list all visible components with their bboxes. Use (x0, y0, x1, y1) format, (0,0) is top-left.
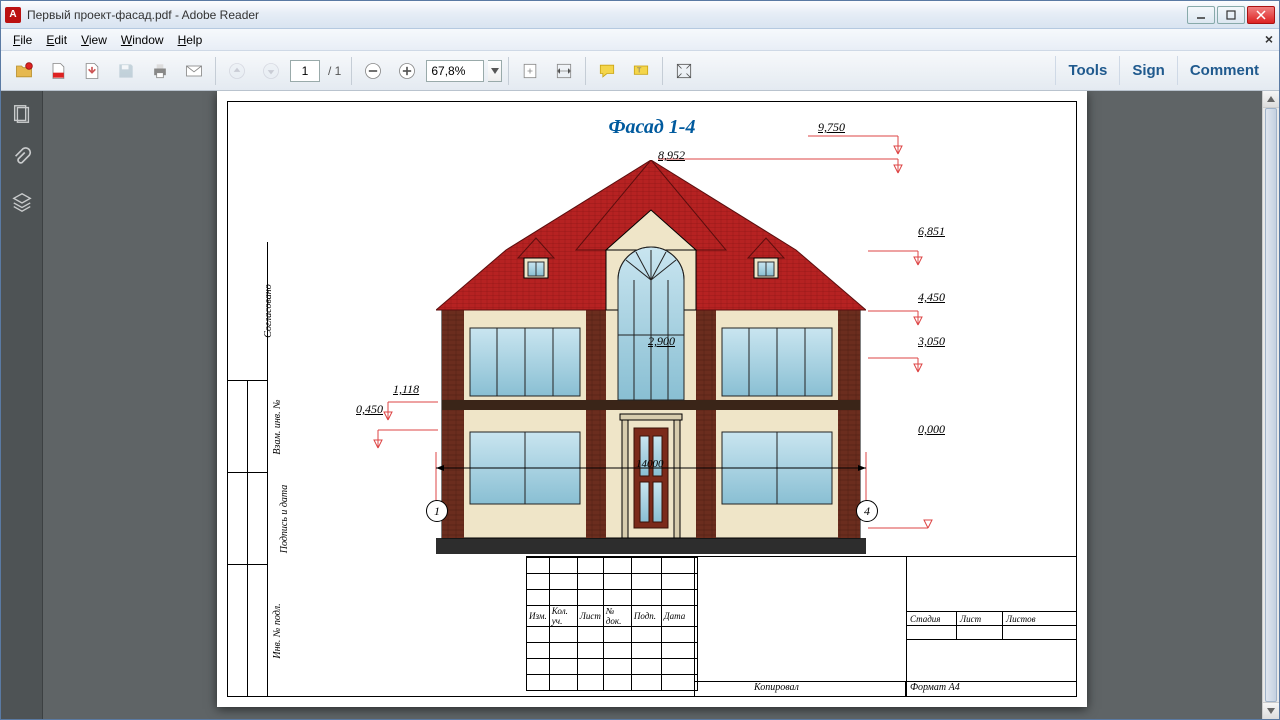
menu-edit[interactable]: Edit (40, 31, 73, 49)
zoom-dropdown[interactable] (488, 60, 502, 82)
zoom-in-icon[interactable] (392, 56, 422, 86)
revision-table: Изм.Кол. уч.Лист№ док.Подп.Дата (526, 557, 698, 691)
pdf-page: Согласовано Взам. инв. № Подпись и дата … (217, 91, 1087, 707)
axis-4: 4 (856, 500, 878, 522)
page-number-input[interactable] (290, 60, 320, 82)
next-page-icon (256, 56, 286, 86)
title-block: Изм.Кол. уч.Лист№ док.Подп.Дата СтадияЛи… (526, 556, 1076, 696)
email-icon[interactable] (179, 56, 209, 86)
svg-text:T: T (637, 65, 642, 74)
navigation-panel (1, 91, 43, 719)
toolbar: / 1 T Tools Sign Comment (1, 51, 1279, 91)
prev-page-icon (222, 56, 252, 86)
menu-window[interactable]: Window (115, 31, 170, 49)
open-icon[interactable] (9, 56, 39, 86)
scroll-down-button[interactable] (1263, 702, 1279, 719)
scrollbar-thumb[interactable] (1265, 108, 1277, 702)
window-title: Первый проект-фасад.pdf - Adobe Reader (27, 8, 1187, 22)
adobe-reader-window: A Первый проект-фасад.pdf - Adobe Reader… (0, 0, 1280, 720)
zoom-input[interactable] (426, 60, 484, 82)
maximize-button[interactable] (1217, 6, 1245, 24)
tools-panel-button[interactable]: Tools (1055, 56, 1119, 85)
comment-bubble-icon[interactable] (592, 56, 622, 86)
title-block-bottom: Копировал Формат А4 (694, 681, 1076, 697)
menubar: File Edit View Window Help × (1, 29, 1279, 51)
minimize-button[interactable] (1187, 6, 1215, 24)
menu-view[interactable]: View (75, 31, 113, 49)
drawing-title: Фасад 1-4 (609, 116, 696, 139)
attachments-icon[interactable] (9, 145, 35, 171)
save-icon (111, 56, 141, 86)
close-document-button[interactable]: × (1265, 31, 1273, 47)
axis-1: 1 (426, 500, 448, 522)
titlebar: A Первый проект-фасад.pdf - Adobe Reader (1, 1, 1279, 29)
menu-file[interactable]: File (7, 31, 38, 49)
print-icon[interactable] (145, 56, 175, 86)
convert-icon[interactable] (77, 56, 107, 86)
create-pdf-icon[interactable] (43, 56, 73, 86)
scroll-up-button[interactable] (1263, 91, 1279, 108)
layers-icon[interactable] (9, 189, 35, 215)
sign-panel-button[interactable]: Sign (1119, 56, 1177, 85)
fit-width-icon[interactable] (549, 56, 579, 86)
fit-page-icon[interactable] (515, 56, 545, 86)
zoom-out-icon[interactable] (358, 56, 388, 86)
title-block-right: СтадияЛистЛистов (906, 557, 1076, 696)
menu-help[interactable]: Help (172, 31, 209, 49)
workspace: Согласовано Взам. инв. № Подпись и дата … (1, 91, 1279, 719)
comment-panel-button[interactable]: Comment (1177, 56, 1271, 85)
document-area[interactable]: Согласовано Взам. инв. № Подпись и дата … (43, 91, 1279, 719)
highlight-icon[interactable]: T (626, 56, 656, 86)
page-count-label: / 1 (328, 64, 341, 78)
app-icon: A (5, 7, 21, 23)
close-button[interactable] (1247, 6, 1275, 24)
vertical-scrollbar[interactable] (1262, 91, 1279, 719)
read-mode-icon[interactable] (669, 56, 699, 86)
thumbnails-icon[interactable] (9, 101, 35, 127)
